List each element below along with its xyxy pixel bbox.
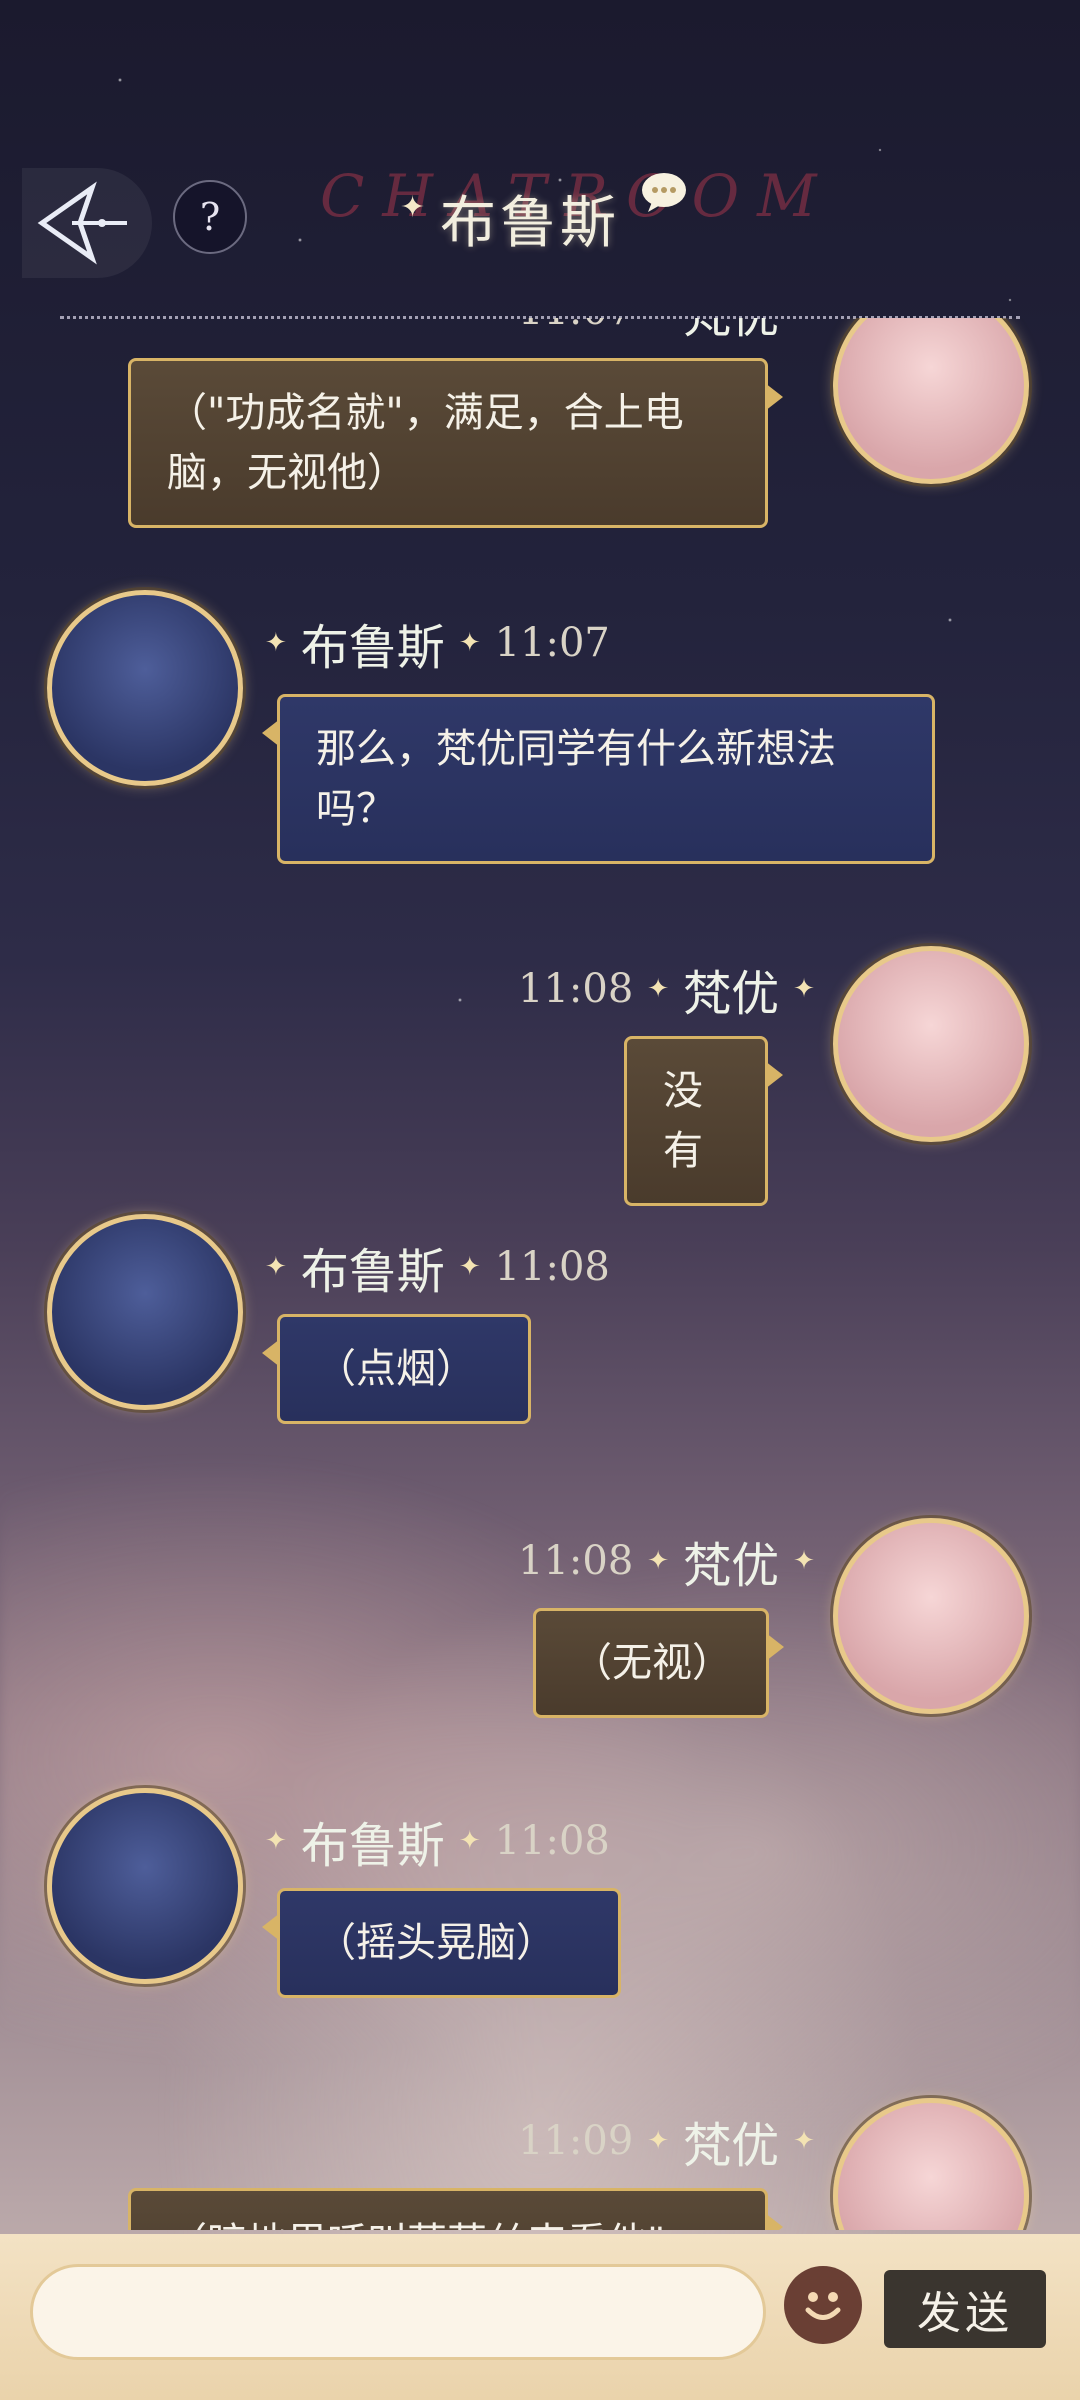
page-title: 布鲁斯 xyxy=(440,191,620,256)
sparkle-icon: ✦ xyxy=(265,628,287,658)
sender-name: 布鲁斯 xyxy=(300,1244,445,1300)
back-button[interactable] xyxy=(22,168,152,278)
message-bubble[interactable]: （点烟） xyxy=(262,1314,531,1424)
sparkle-icon: ✦ xyxy=(458,628,481,658)
sender-name: 梵优 xyxy=(683,2118,780,2174)
avatar-bruce[interactable] xyxy=(47,1214,243,1410)
message-bubble[interactable]: （暗地里呼叫莱莱丝来看他" xyxy=(128,2188,783,2230)
message-time: 11:07 xyxy=(518,318,633,334)
avatar-fanyou[interactable] xyxy=(833,318,1029,484)
avatar-fanyou[interactable] xyxy=(833,2098,1029,2230)
sparkle-icon: ✦ xyxy=(265,1252,287,1282)
message-time: 11:08 xyxy=(494,1818,610,1864)
sparkle-icon: ✦ xyxy=(647,2126,670,2156)
message-time: 11:09 xyxy=(518,2118,634,2164)
message-time: 11:07 xyxy=(494,620,610,666)
sender-name: 梵优 xyxy=(683,318,779,346)
message-meta: 11:07 ✦ 梵优 xyxy=(518,318,779,346)
message-bubble[interactable]: （"功成名就"，满足，合上电脑，无视他） xyxy=(128,358,783,528)
message-meta: ✦ 布鲁斯 ✦ 11:07 xyxy=(265,608,610,678)
sparkle-icon: ✦ xyxy=(265,1826,287,1856)
avatar-fanyou[interactable] xyxy=(833,1518,1029,1714)
message-time: 11:08 xyxy=(494,1244,610,1290)
message-bubble[interactable]: （摇头晃脑） xyxy=(262,1888,621,1998)
sparkle-icon: ✦ xyxy=(793,974,815,1004)
emoji-button[interactable] xyxy=(784,2266,862,2344)
message-time: 11:08 xyxy=(518,966,634,1012)
message-bubble[interactable]: 那么，梵优同学有什么新想法吗？ xyxy=(262,694,935,864)
avatar-fanyou[interactable] xyxy=(833,946,1029,1142)
sender-name: 梵优 xyxy=(683,966,780,1022)
chat-bubble-icon xyxy=(642,173,686,212)
sparkle-icon: ✦ xyxy=(647,974,670,1004)
message-meta: 11:08 ✦ 梵优 ✦ xyxy=(518,1526,815,1596)
message-list[interactable]: 11:07 ✦ 梵优 （"功成名就"，满足，合上电脑，无视他） ✦ 布鲁斯 ✦ … xyxy=(0,318,1080,2230)
chat-header: ? CHATROOM ✦ 布鲁斯 xyxy=(0,150,1080,319)
input-bar: 发送 xyxy=(0,2234,1080,2400)
message-input[interactable] xyxy=(30,2264,766,2360)
sparkle-icon: ✦ xyxy=(458,1826,481,1856)
message-bubble[interactable]: （无视） xyxy=(533,1608,784,1718)
sparkle-icon: ✦ xyxy=(400,190,426,225)
message-meta: 11:09 ✦ 梵优 ✦ xyxy=(518,2106,815,2176)
sparkle-icon: ✦ xyxy=(793,1546,815,1576)
send-button[interactable]: 发送 xyxy=(884,2270,1046,2348)
sparkle-icon: ✦ xyxy=(647,1546,670,1576)
sender-name: 梵优 xyxy=(683,1538,780,1594)
back-arrow-icon xyxy=(37,181,127,265)
avatar-bruce[interactable] xyxy=(47,590,243,786)
help-button[interactable]: ? xyxy=(173,180,247,254)
message-meta: 11:08 ✦ 梵优 ✦ xyxy=(518,954,815,1024)
message-bubble[interactable]: 没有 xyxy=(624,1036,783,1206)
avatar-bruce[interactable] xyxy=(47,1788,243,1984)
sparkle-icon: ✦ xyxy=(793,2126,815,2156)
sender-name: 布鲁斯 xyxy=(300,1818,445,1874)
message-meta: ✦ 布鲁斯 ✦ 11:08 xyxy=(265,1232,610,1302)
sparkle-icon: ✦ xyxy=(458,1252,481,1282)
message-time: 11:08 xyxy=(518,1538,634,1584)
sender-name: 布鲁斯 xyxy=(300,620,445,676)
message-meta: ✦ 布鲁斯 ✦ 11:08 xyxy=(265,1806,610,1876)
emoji-icon xyxy=(805,2292,841,2320)
sparkle-icon: ✦ xyxy=(647,318,669,326)
